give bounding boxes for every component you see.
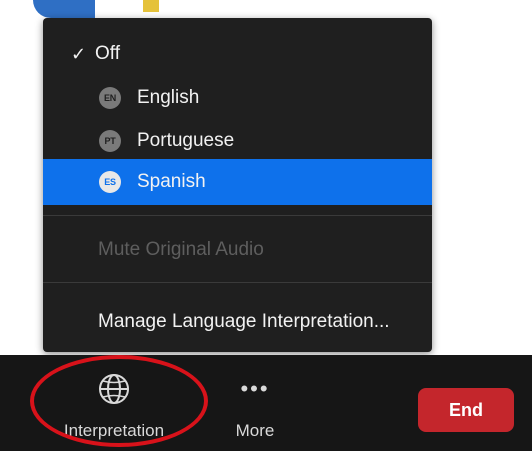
menu-item-spanish[interactable]: ES Spanish	[43, 159, 432, 205]
globe-icon	[97, 369, 131, 409]
menu-item-label: Mute Original Audio	[98, 239, 264, 260]
menu-item-label: Spanish	[137, 171, 206, 192]
menu-item-label: Off	[95, 43, 120, 64]
menu-item-mute-original-audio: Mute Original Audio	[43, 228, 432, 272]
end-meeting-button[interactable]: End	[418, 388, 514, 432]
menu-divider	[43, 215, 432, 216]
interpretation-menu: ✓ Off EN English PT Portuguese ES Spanis…	[43, 18, 432, 352]
menu-item-portuguese[interactable]: PT Portuguese	[43, 119, 432, 163]
more-label: More	[235, 421, 275, 440]
ellipsis-icon: •••	[240, 376, 270, 401]
more-button[interactable]: ••• More	[220, 369, 290, 441]
screenshot-stage: ✓ Off EN English PT Portuguese ES Spanis…	[0, 0, 532, 451]
background-window-fragment	[33, 0, 95, 18]
menu-divider	[43, 282, 432, 283]
menu-item-label: Portuguese	[137, 130, 235, 151]
meeting-toolbar: Interpretation ••• More End	[0, 355, 532, 451]
menu-item-english[interactable]: EN English	[43, 76, 432, 120]
menu-item-off[interactable]: ✓ Off	[43, 32, 432, 76]
language-badge-icon: PT	[99, 130, 121, 152]
language-badge-icon: EN	[99, 87, 121, 109]
background-window-fragment-yellow	[143, 0, 159, 12]
menu-item-label: English	[137, 87, 200, 108]
interpretation-button[interactable]: Interpretation	[44, 369, 184, 441]
language-badge-icon: ES	[99, 171, 121, 193]
menu-item-label: Manage Language Interpretation...	[98, 311, 390, 332]
menu-item-manage-language-interpretation[interactable]: Manage Language Interpretation...	[43, 300, 432, 344]
interpretation-label: Interpretation	[63, 421, 165, 440]
checkmark-icon: ✓	[71, 43, 87, 64]
